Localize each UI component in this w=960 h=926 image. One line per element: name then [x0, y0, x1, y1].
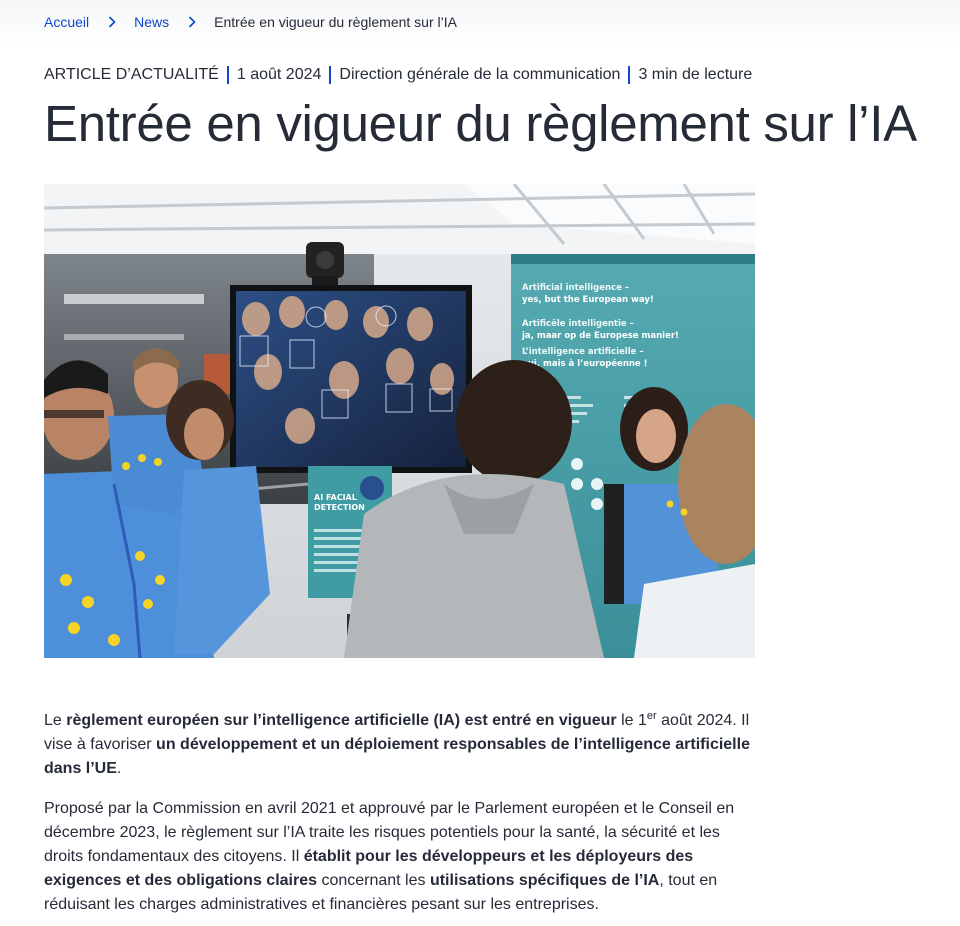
hero-image: Artificial intelligence – yes, but the E…	[44, 184, 755, 658]
breadcrumb-current: Entrée en vigueur du règlement sur l’IA	[214, 14, 457, 30]
article-paragraph-2: Proposé par la Commission en avril 2021 …	[44, 800, 735, 913]
chevron-right-icon	[108, 16, 116, 28]
article-type: ARTICLE D’ACTUALITÉ	[44, 66, 219, 83]
article-read-time: 3 min de lecture	[638, 66, 753, 83]
chevron-right-icon	[188, 16, 196, 28]
breadcrumb-news-link[interactable]: News	[134, 14, 169, 30]
poster-text-2: DETECTION	[314, 503, 365, 512]
panel-text-1: Artificial intelligence –	[522, 283, 629, 293]
poster-text-1: AI FACIAL	[314, 493, 357, 502]
meta-divider	[226, 66, 229, 84]
panel-text-4: ja, maar op de Europese manier!	[521, 331, 679, 341]
meta-divider	[329, 66, 332, 84]
article-author: Direction générale de la communication	[339, 66, 621, 83]
breadcrumb-home-link[interactable]: Accueil	[44, 14, 89, 30]
page-title: Entrée en vigueur du règlement sur l’IA	[44, 95, 917, 152]
panel-text-5: L’intelligence artificielle –	[522, 347, 644, 357]
article-paragraph-1: Le règlement européen sur l’intelligence…	[44, 710, 750, 778]
article-date: 1 août 2024	[236, 66, 322, 83]
panel-text-3: Artificële intelligentie –	[522, 319, 634, 329]
panel-text-2: yes, but the European way!	[522, 295, 654, 305]
article-meta: ARTICLE D’ACTUALITÉ 1 août 2024 Directio…	[44, 66, 752, 84]
breadcrumb: Accueil News Entrée en vigueur du règlem…	[44, 14, 457, 30]
meta-divider	[628, 66, 631, 84]
